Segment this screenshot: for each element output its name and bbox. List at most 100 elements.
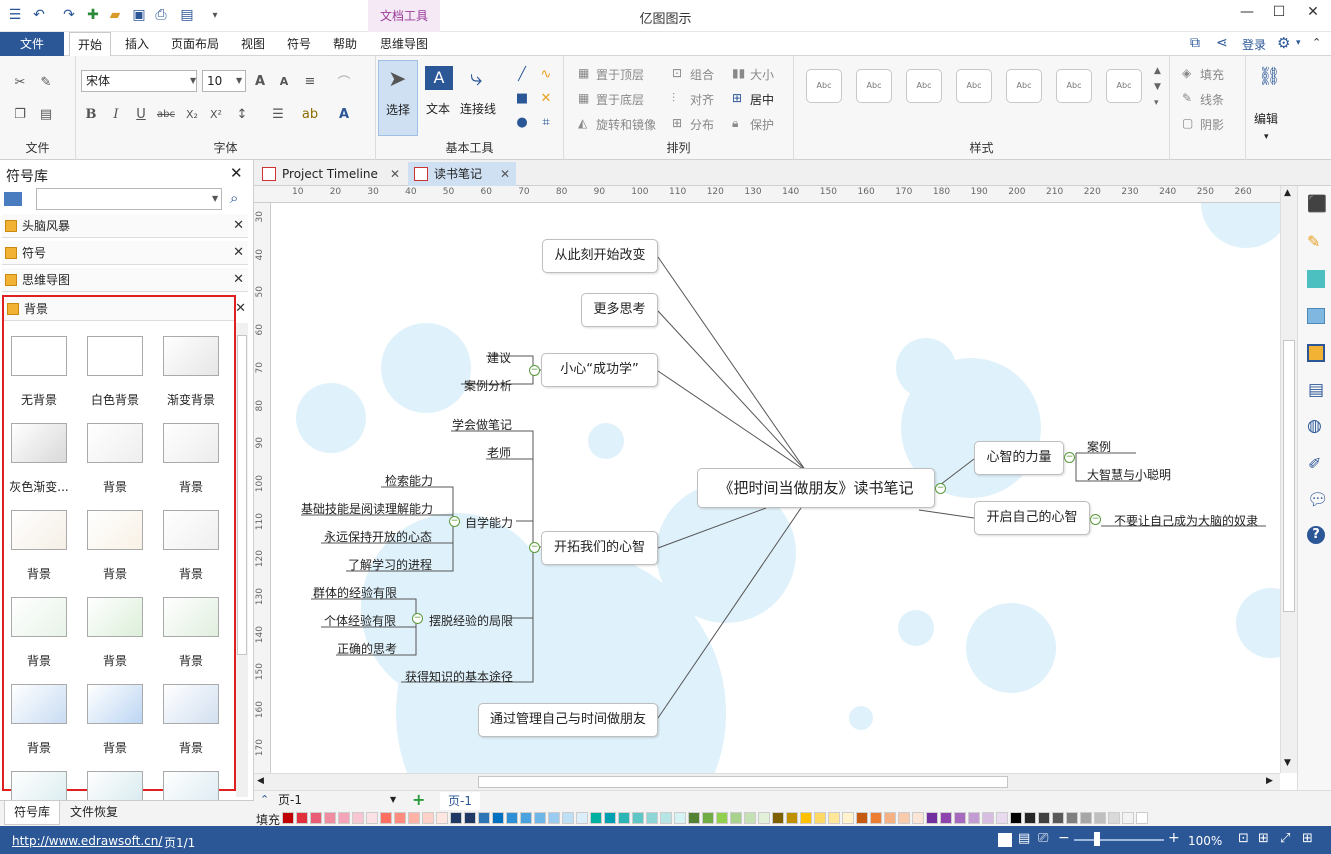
zoom-out-icon[interactable]: − — [1058, 830, 1070, 846]
color-swatch[interactable] — [534, 812, 546, 824]
color-swatch[interactable] — [590, 812, 602, 824]
color-swatch[interactable] — [548, 812, 560, 824]
color-swatch[interactable] — [954, 812, 966, 824]
edit-dropdown-icon[interactable]: ▾ — [1264, 132, 1269, 142]
mindmap-leaf[interactable]: 正确的思考 — [337, 640, 397, 657]
color-swatch[interactable] — [604, 812, 616, 824]
library-section-brainstorm[interactable]: 头脑风暴 ✕ — [2, 214, 248, 238]
color-swatch[interactable] — [716, 812, 728, 824]
background-thumbnail[interactable] — [87, 423, 143, 463]
color-swatch[interactable] — [646, 812, 658, 824]
color-swatch[interactable] — [380, 812, 392, 824]
normal-view-icon[interactable] — [998, 833, 1012, 847]
close-section-icon[interactable]: ✕ — [233, 214, 244, 238]
color-swatch[interactable] — [828, 812, 840, 824]
shrink-font-icon[interactable]: A — [274, 71, 294, 91]
color-swatch[interactable] — [618, 812, 630, 824]
collapse-toggle[interactable]: − — [529, 542, 540, 553]
style-preset-4[interactable]: Abc — [956, 69, 992, 103]
color-swatch[interactable] — [800, 812, 812, 824]
mindmap-node[interactable]: 开拓我们的心智 — [541, 531, 658, 565]
color-swatch[interactable] — [1136, 812, 1148, 824]
presentation-view-icon[interactable]: ⎚ — [1038, 831, 1048, 846]
settings-dropdown-icon[interactable]: ▾ — [1296, 38, 1301, 48]
vertical-scrollbar[interactable]: ▲ ▼ — [1280, 186, 1297, 773]
center-button[interactable]: 居中 — [750, 91, 774, 108]
minimize-button[interactable]: — — [1232, 4, 1262, 24]
library-scrollbar[interactable] — [236, 323, 248, 797]
login-link[interactable]: 登录 — [1242, 36, 1266, 53]
color-swatch[interactable] — [688, 812, 700, 824]
tab-file[interactable]: 文件 — [0, 32, 64, 56]
mindmap-node[interactable]: 从此刻开始改变 — [542, 239, 658, 273]
mindmap-leaf[interactable]: 了解学习的进程 — [348, 556, 432, 573]
page-view-icon[interactable]: ▤ — [1018, 831, 1030, 846]
scroll-up-icon[interactable]: ▲ — [1284, 188, 1291, 198]
strikethrough-icon[interactable]: abc — [156, 104, 176, 124]
color-swatch[interactable] — [968, 812, 980, 824]
color-swatch[interactable] — [478, 812, 490, 824]
mindmap-leaf[interactable]: 案例 — [1087, 438, 1111, 455]
tab-file-recovery[interactable]: 文件恢复 — [70, 801, 118, 825]
fullscreen-icon[interactable]: ⤢ — [1280, 831, 1290, 846]
background-thumbnail[interactable] — [87, 336, 143, 376]
page-list-icon[interactable]: ▤ — [1308, 380, 1324, 400]
tab-help[interactable]: 帮助 — [325, 32, 365, 56]
collapse-toggle[interactable]: − — [935, 483, 946, 494]
cut-icon[interactable]: ✂ — [10, 72, 30, 92]
style-preset-3[interactable]: Abc — [906, 69, 942, 103]
color-swatch[interactable] — [884, 812, 896, 824]
library-section-symbols[interactable]: 符号 ✕ — [2, 241, 248, 265]
page-tab-active[interactable]: 页-1 — [440, 792, 480, 810]
copy-icon[interactable]: ❐ — [10, 104, 30, 124]
drawing-canvas[interactable]: 从此刻开始改变 更多思考 小心“成功学” 开拓我们的心智 通过管理自己与时间做朋… — [271, 203, 1280, 773]
collapse-toggle[interactable]: − — [449, 516, 460, 527]
color-swatch[interactable] — [296, 812, 308, 824]
background-thumbnail[interactable] — [11, 336, 67, 376]
vertical-scroll-thumb[interactable] — [1283, 340, 1295, 612]
color-swatch[interactable] — [1122, 812, 1134, 824]
protect-button[interactable]: 保护 — [750, 116, 774, 133]
color-swatch[interactable] — [324, 812, 336, 824]
style-scroll-down-icon[interactable]: ▼ — [1154, 82, 1161, 92]
comment-icon[interactable]: 💬︎ — [1307, 490, 1329, 510]
line-style-button[interactable]: 线条 — [1200, 91, 1224, 108]
shadow-button[interactable]: 阴影 — [1200, 116, 1224, 133]
color-swatch[interactable] — [1108, 812, 1120, 824]
mindmap-leaf[interactable]: 自学能力 — [465, 514, 513, 531]
color-swatch[interactable] — [940, 812, 952, 824]
style-scroll-up-icon[interactable]: ▲ — [1154, 66, 1161, 76]
tab-home[interactable]: 开始 — [69, 32, 112, 57]
color-swatch[interactable] — [758, 812, 770, 824]
color-swatch[interactable] — [1094, 812, 1106, 824]
note-icon[interactable]: ✐ — [1308, 454, 1321, 473]
color-swatch[interactable] — [856, 812, 868, 824]
rectangle-tool-icon[interactable]: ■ — [512, 88, 532, 108]
tab-view[interactable]: 视图 — [233, 32, 273, 56]
color-swatch[interactable] — [1066, 812, 1078, 824]
fit-page-icon[interactable]: ⊡ — [1238, 831, 1249, 846]
close-library-icon[interactable]: ✕ — [230, 164, 243, 182]
mindmap-leaf[interactable]: 获得知识的基本途径 — [405, 668, 513, 685]
color-swatch[interactable] — [408, 812, 420, 824]
background-thumbnail[interactable] — [87, 684, 143, 724]
mindmap-node[interactable]: 小心“成功学” — [541, 353, 658, 387]
edit-button[interactable]: 编辑 — [1254, 110, 1278, 127]
color-swatch[interactable] — [870, 812, 882, 824]
send-back-button[interactable]: 置于底层 — [596, 91, 644, 108]
subscript-icon[interactable]: X₂ — [182, 104, 202, 124]
tab-insert[interactable]: 插入 — [117, 32, 157, 56]
color-swatch[interactable] — [674, 812, 686, 824]
text-tool-button[interactable]: A 文本 — [422, 60, 458, 136]
share-window-icon[interactable]: ⧉ — [1190, 35, 1200, 51]
underline-icon[interactable]: U — [131, 104, 151, 124]
library-scrollbar-thumb[interactable] — [237, 335, 247, 655]
background-thumbnail[interactable] — [87, 597, 143, 637]
color-swatch[interactable] — [898, 812, 910, 824]
mindmap-leaf[interactable]: 不要让自己成为大脑的奴隶 — [1114, 512, 1258, 529]
line-tool-icon[interactable]: ╱ — [512, 64, 532, 84]
zoom-in-icon[interactable]: + — [1168, 830, 1180, 846]
add-page-icon[interactable]: + — [412, 790, 425, 809]
library-search-dropdown-icon[interactable]: ▼ — [212, 194, 218, 203]
color-swatch[interactable] — [1052, 812, 1064, 824]
